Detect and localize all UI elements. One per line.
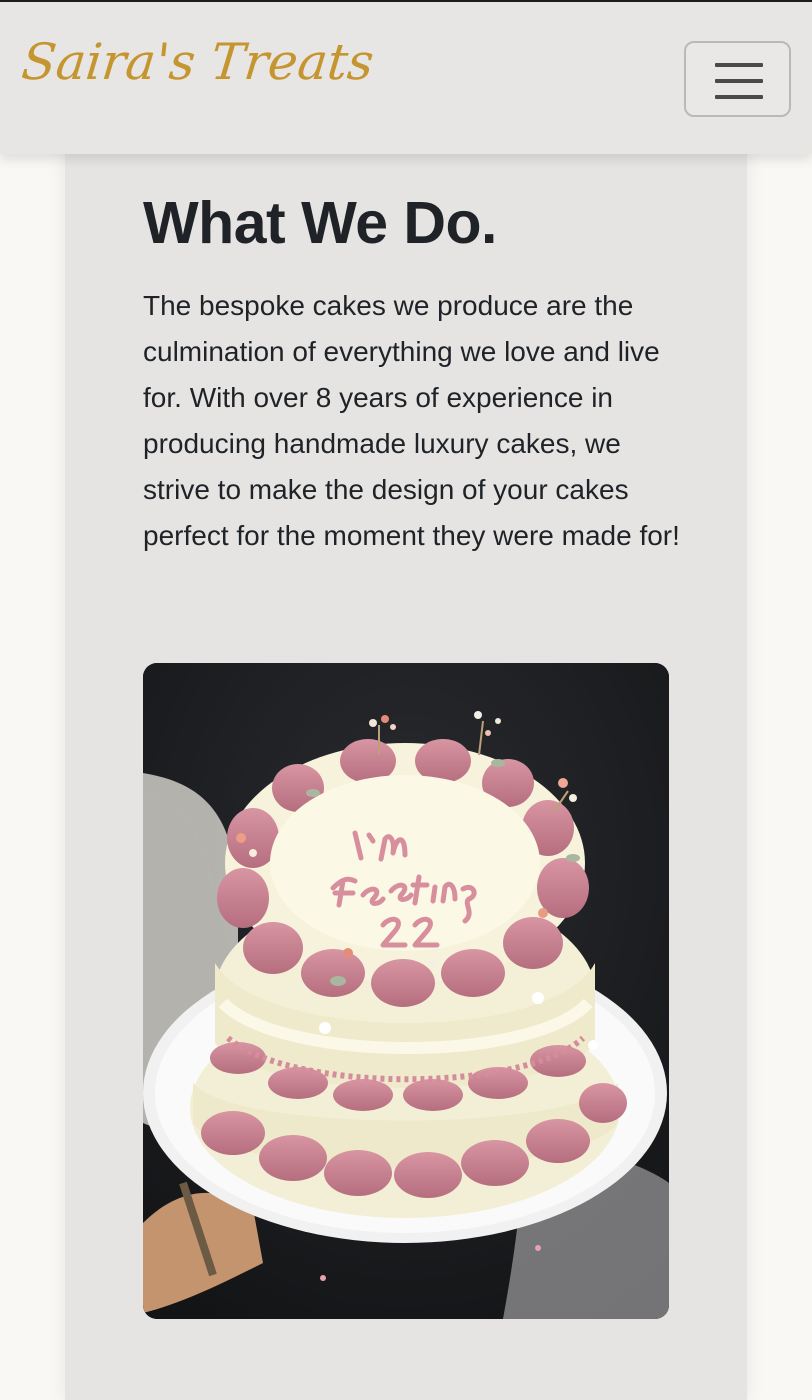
navbar: Saira's Treats — [0, 2, 812, 154]
section-title: What We Do. — [143, 190, 497, 256]
hamburger-icon — [715, 63, 763, 99]
cake-illustration — [143, 663, 669, 1319]
brand-logo[interactable]: Saira's Treats — [19, 32, 377, 92]
section-description: The bespoke cakes we produce are the cul… — [143, 290, 680, 551]
menu-toggle-button[interactable] — [684, 41, 791, 117]
cake-photo — [143, 663, 669, 1319]
